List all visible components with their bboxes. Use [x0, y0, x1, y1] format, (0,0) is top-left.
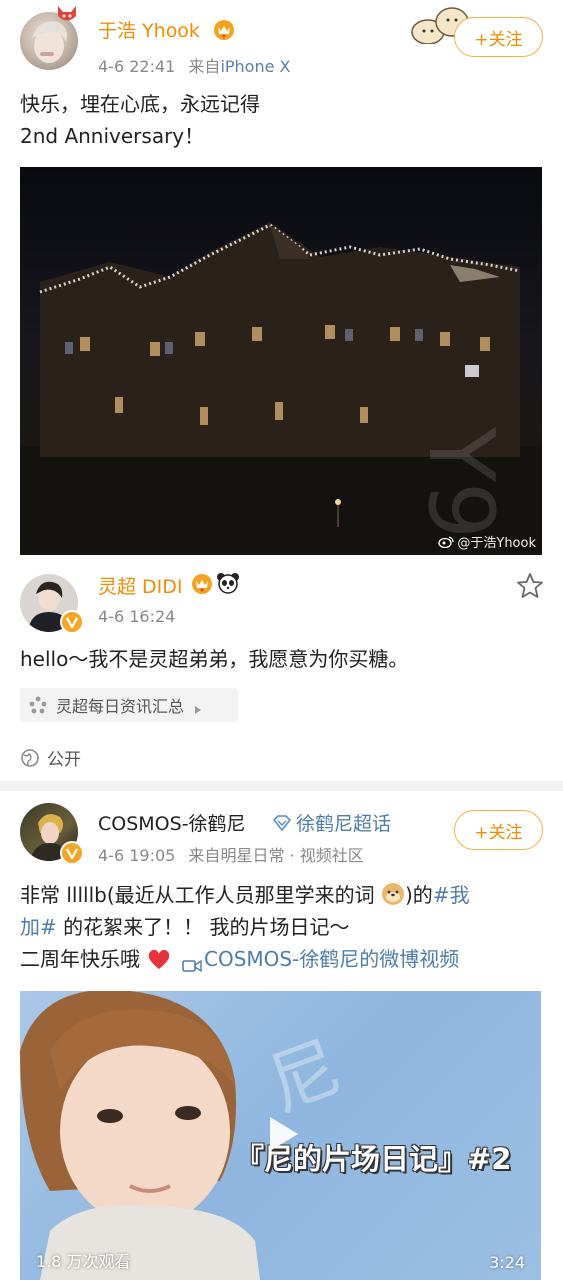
text-segment: 非常 lllllb(最近从工作人员那里学来的词 [20, 883, 375, 907]
post-text-line1: 非常 lllllb(最近从工作人员那里学来的词 )的#我 [20, 879, 470, 911]
star-outline-icon[interactable] [516, 572, 544, 600]
image-watermark-text: @于浩Yhook [457, 536, 536, 551]
supertopic-label: 徐鹤尼超话 [296, 813, 392, 835]
source-app[interactable]: 明星日常 · 视频社区 [220, 846, 363, 865]
user-name[interactable]: 灵超 DIDI [98, 572, 183, 599]
section-divider [0, 781, 563, 791]
vip-crown-icon [190, 572, 214, 594]
post-image[interactable]: Y9 @于浩Yhook [20, 167, 542, 555]
diamond-icon [272, 814, 292, 832]
post-text-line2: 加# 的花絮来了！！ 我的片场日记～ [20, 911, 349, 943]
heart-icon [146, 947, 172, 971]
doge-emoji-icon [381, 882, 405, 906]
user-name[interactable]: 于浩 Yhook [98, 16, 200, 43]
globe-icon [20, 748, 40, 768]
text-segment: 二周年快乐哦 [20, 947, 140, 971]
topic-chip[interactable]: 灵超每日资讯汇总 [20, 688, 238, 722]
video-player[interactable]: 尼 『尼的片场日记』#2 1.8 万次观看 3:24 [20, 991, 541, 1280]
visibility-row: 公开 [20, 745, 81, 770]
visibility-label: 公开 [47, 750, 81, 770]
follow-button[interactable]: +关注 [454, 17, 543, 57]
weibo-logo-icon [438, 535, 454, 548]
comment-text: hello～我不是灵超弟弟，我愿意为你买糖。 [20, 647, 409, 671]
verified-badge-icon [60, 610, 84, 634]
supertopic-link[interactable]: 徐鹤尼超话 [272, 809, 391, 836]
image-watermark: @于浩Yhook [438, 532, 536, 551]
post-meta: 4-6 22:41 来自iPhone X [98, 53, 291, 77]
video-link[interactable]: COSMOS-徐鹤尼的微博视频 [204, 943, 459, 975]
post-text-line3: 二周年快乐哦 COSMOS-徐鹤尼的微博视频 [20, 943, 459, 975]
topic-chip-label: 灵超每日资讯汇总 [56, 697, 185, 716]
svg-text:Y9: Y9 [408, 426, 513, 539]
gear-cluster-icon [28, 695, 48, 715]
verified-badge-icon [60, 841, 84, 865]
post-text-line1: 快乐，埋在心底，永远记得 [20, 92, 260, 116]
chevron-right-icon [194, 700, 202, 714]
post-meta: 4-6 19:05 来自明星日常 · 视频社区 [98, 842, 364, 866]
post-text-line2: 2nd Anniversary！ [20, 124, 205, 148]
video-views: 1.8 万次观看 [36, 1252, 131, 1271]
video-camera-icon [182, 951, 202, 973]
comment-lingchao: 灵超 DIDI 4-6 16:24 hello～我不是灵超弟弟，我愿意为你买糖。… [0, 560, 563, 780]
timestamp: 4-6 22:41 [98, 57, 176, 76]
play-button-icon[interactable] [258, 1111, 304, 1157]
hashtag-link-cont[interactable]: 加# [20, 915, 57, 939]
text-segment: 的花絮来了！！ 我的片场日记～ [56, 915, 350, 939]
post-yuhao: 于浩 Yhook 4-6 22:41 来自iPhone X +关注 快乐，埋在心… [0, 0, 563, 560]
timestamp: 4-6 19:05 [98, 846, 176, 865]
follow-button[interactable]: +关注 [454, 810, 543, 850]
building-night-photo: Y9 [20, 222, 542, 555]
source-prefix: 来自 [188, 846, 221, 865]
text-segment: )的 [405, 883, 433, 907]
hashtag-link[interactable]: #我 [433, 883, 470, 907]
video-duration: 3:24 [489, 1253, 525, 1272]
source-device[interactable]: iPhone X [220, 57, 290, 76]
vip-crown-icon [212, 18, 236, 40]
source-prefix: 来自 [188, 57, 221, 76]
user-name[interactable]: COSMOS-徐鹤尼 [98, 809, 246, 836]
post-xuheni: COSMOS-徐鹤尼 徐鹤尼超话 4-6 19:05 来自明星日常 · 视频社区… [0, 791, 563, 1280]
panda-icon [216, 571, 240, 595]
timestamp: 4-6 16:24 [98, 607, 176, 626]
fox-badge-icon [56, 4, 78, 24]
